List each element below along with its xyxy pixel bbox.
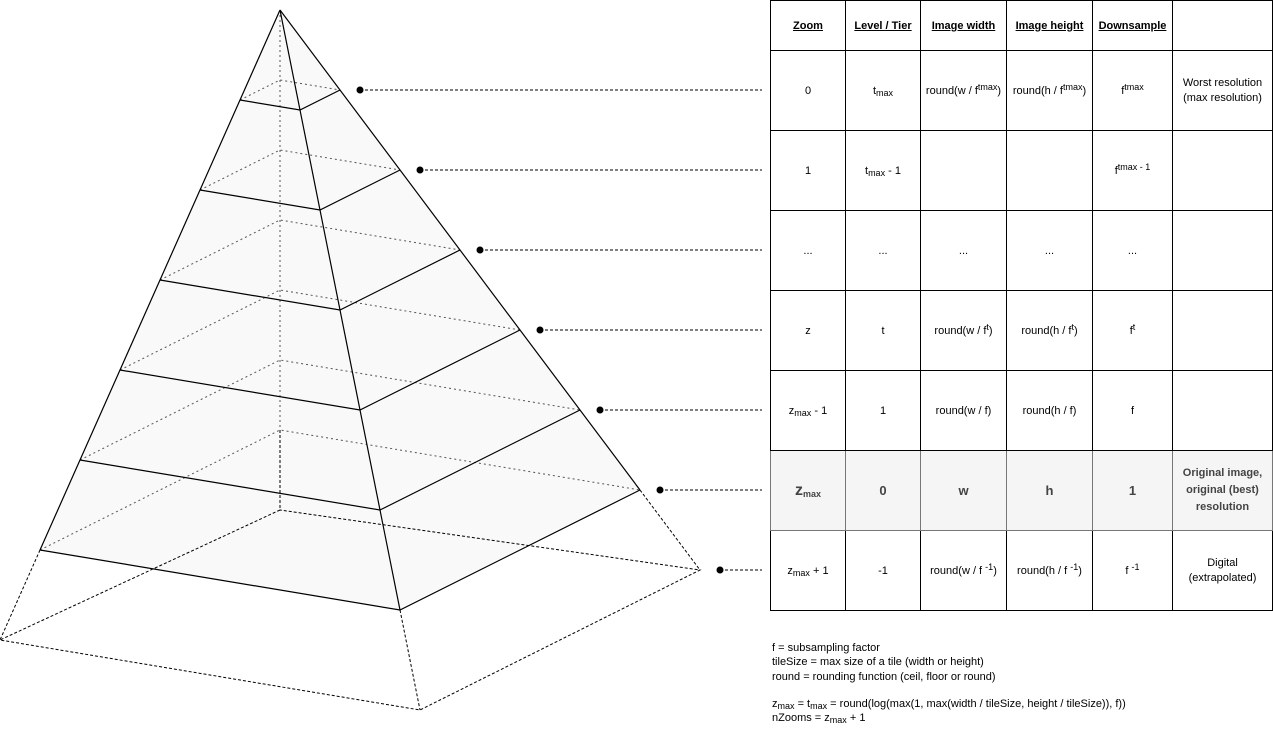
cell-image-height: round(h / f -1) xyxy=(1006,530,1093,611)
cell-description: Original image, original (best) resoluti… xyxy=(1172,450,1273,531)
pyramid-extrapolated-edge xyxy=(639,489,701,571)
cell-zoom: 0 xyxy=(770,50,846,131)
cell-zoom: ... xyxy=(770,210,846,291)
cell-description xyxy=(1172,370,1273,451)
table-row: 0 tmax round(w / ftmax) round(h / ftmax) ftm… xyxy=(770,50,1273,131)
cell-description: Worst resolution (max resolution) xyxy=(1172,50,1273,131)
pyramid-extrapolated-edge xyxy=(399,609,421,711)
cell-description xyxy=(1172,210,1273,291)
table-row: zmax 0 w h 1 Original image, original (best) … xyxy=(770,450,1273,531)
cell-downsample: f -1 xyxy=(1092,530,1173,611)
cell-level: tmax - 1 xyxy=(845,130,921,211)
image-pyramid-diagram xyxy=(0,9,762,711)
cell-downsample: 1 xyxy=(1092,450,1173,531)
cell-level: tmax xyxy=(845,50,921,131)
table-row: zmax - 1 1 round(w / f) round(h / f) f xyxy=(770,370,1273,451)
cell-image-width: round(w / ftmax) xyxy=(920,50,1007,131)
cell-downsample: ... xyxy=(1092,210,1173,291)
cell-image-height: h xyxy=(1006,450,1093,531)
cell-level: 1 xyxy=(845,370,921,451)
cell-zoom: z xyxy=(770,290,846,371)
formula-zmax: zmax = tmax = round(log(max(1, max(width… xyxy=(772,697,1126,711)
cell-zoom: zmax xyxy=(770,450,846,531)
header-description xyxy=(1172,0,1273,51)
header-zoom: Zoom xyxy=(770,0,846,51)
table-header-row: Zoom Level / Tier Image width Image heig… xyxy=(770,0,1273,51)
table-row: ............... xyxy=(770,210,1273,291)
header-level-tier: Level / Tier xyxy=(845,0,921,51)
cell-description: Digital (extrapolated) xyxy=(1172,530,1273,611)
table-row: z t round(w / ft) round(h / ft) ft xyxy=(770,290,1273,371)
cell-level: ... xyxy=(845,210,921,291)
cell-downsample: ft xyxy=(1092,290,1173,371)
note-round-function: round = rounding function (ceil, floor o… xyxy=(772,670,996,683)
cell-level: -1 xyxy=(845,530,921,611)
table-row: zmax + 1 -1 round(w / f -1) round(h / f -1)… xyxy=(770,530,1273,611)
cell-image-height: round(h / ft) xyxy=(1006,290,1093,371)
cell-zoom: 1 xyxy=(770,130,846,211)
cell-downsample: f xyxy=(1092,370,1173,451)
cell-image-width xyxy=(920,130,1007,211)
cell-image-height xyxy=(1006,130,1093,211)
cell-level: 0 xyxy=(845,450,921,531)
note-tile-size: tileSize = max size of a tile (width or … xyxy=(772,656,984,669)
cell-downsample: ftmax - 1 xyxy=(1092,130,1173,211)
cell-zoom: zmax - 1 xyxy=(770,370,846,451)
cell-zoom: zmax + 1 xyxy=(770,530,846,611)
cell-image-width: w xyxy=(920,450,1007,531)
table-row: 1 tmax - 1 ftmax - 1 xyxy=(770,130,1273,211)
zoom-levels-table: Zoom Level / Tier Image width Image heig… xyxy=(770,0,1273,611)
cell-image-height: round(h / ftmax) xyxy=(1006,50,1093,131)
formula-nzooms: nZooms = zmax + 1 xyxy=(772,712,866,726)
cell-downsample: ftmax xyxy=(1092,50,1173,131)
cell-image-height: round(h / f) xyxy=(1006,370,1093,451)
cell-image-width: round(w / f -1) xyxy=(920,530,1007,611)
cell-image-width: ... xyxy=(920,210,1007,291)
pyramid-extrapolated-edge xyxy=(0,549,41,641)
header-downsample: Downsample xyxy=(1092,0,1173,51)
legend-notes: f = subsampling factor tileSize = max si… xyxy=(772,641,1126,725)
cell-image-width: round(w / f) xyxy=(920,370,1007,451)
header-image-height: Image height xyxy=(1006,0,1093,51)
note-subsampling-factor: f = subsampling factor xyxy=(772,642,880,654)
header-image-width: Image width xyxy=(920,0,1007,51)
cell-image-height: ... xyxy=(1006,210,1093,291)
cell-description xyxy=(1172,290,1273,371)
cell-description xyxy=(1172,130,1273,211)
cell-level: t xyxy=(845,290,921,371)
cell-image-width: round(w / ft) xyxy=(920,290,1007,371)
